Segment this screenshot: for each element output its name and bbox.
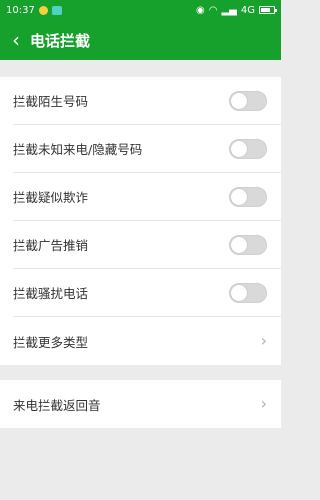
toggle-knob <box>231 284 247 301</box>
setting-block-strangers[interactable]: 拦截陌生号码 <box>13 77 281 125</box>
signal-icon: ▂▄ <box>221 4 237 16</box>
setting-block-harassment[interactable]: 拦截骚扰电话 <box>13 269 281 317</box>
toggle-switch[interactable] <box>229 282 267 303</box>
battery-icon <box>259 6 277 14</box>
toggle-switch[interactable] <box>229 186 267 207</box>
toggle-knob <box>231 188 247 205</box>
setting-label: 来电拦截返回音 <box>13 397 101 413</box>
app-bar: ‹ 电话拦截 <box>0 20 281 60</box>
alarm-icon: ◉ <box>196 4 205 16</box>
setting-block-ads[interactable]: 拦截广告推销 <box>13 221 281 269</box>
status-bar: 10:37 ◉ ◠ ▂▄ 4G <box>0 0 281 20</box>
notification-icon <box>38 5 48 15</box>
setting-label: 拦截陌生号码 <box>13 94 89 109</box>
chevron-right-icon: › <box>260 331 267 350</box>
setting-label: 拦截更多类型 <box>13 334 89 350</box>
section-gap <box>0 365 281 380</box>
section-gap <box>0 60 281 77</box>
status-time: 10:37 <box>6 4 35 16</box>
block-settings-section: 拦截陌生号码 拦截未知来电/隐藏号码 拦截疑似欺诈 拦截广告推销 拦截骚扰电话 … <box>0 77 281 365</box>
setting-label: 拦截广告推销 <box>13 238 89 253</box>
status-left: 10:37 <box>6 5 62 16</box>
page-title: 电话拦截 <box>30 31 91 50</box>
setting-label: 拦截疑似欺诈 <box>13 190 89 205</box>
network-type: 4G <box>240 4 255 16</box>
setting-label: 拦截骚扰电话 <box>13 286 89 301</box>
setting-block-unknown[interactable]: 拦截未知来电/隐藏号码 <box>13 125 281 173</box>
app-notification-icon <box>51 5 62 15</box>
chevron-right-icon: › <box>260 394 267 413</box>
status-right: ◉ ◠ ▂▄ 4G <box>196 4 277 16</box>
setting-block-more-types[interactable]: 拦截更多类型 › <box>13 317 281 365</box>
ringback-section: 来电拦截返回音 › <box>0 380 281 428</box>
toggle-switch[interactable] <box>229 138 267 159</box>
setting-block-fraud[interactable]: 拦截疑似欺诈 <box>13 173 281 221</box>
toggle-switch[interactable] <box>229 234 267 255</box>
toggle-knob <box>231 140 247 157</box>
toggle-knob <box>231 92 247 109</box>
toggle-knob <box>231 236 247 253</box>
back-arrow-icon[interactable]: ‹ <box>12 30 20 50</box>
setting-block-return-tone[interactable]: 来电拦截返回音 › <box>13 380 281 428</box>
setting-label: 拦截未知来电/隐藏号码 <box>13 142 143 157</box>
toggle-switch[interactable] <box>229 90 267 111</box>
wifi-icon: ◠ <box>208 4 218 16</box>
